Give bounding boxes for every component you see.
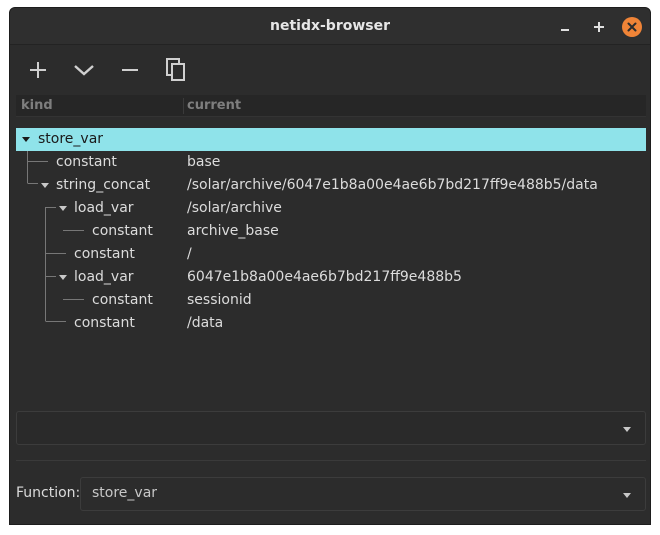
- row-current: /data: [187, 315, 224, 331]
- tree-row[interactable]: constant base: [16, 151, 646, 174]
- dropdown-arrow-icon: [623, 427, 631, 432]
- add-button[interactable]: [22, 55, 54, 85]
- expand-arrow-icon[interactable]: [59, 206, 67, 211]
- duplicate-button[interactable]: [160, 55, 192, 85]
- row-kind: constant: [74, 315, 135, 331]
- maximize-icon: [594, 22, 604, 32]
- expand-arrow-icon[interactable]: [41, 183, 49, 188]
- maximize-button[interactable]: [589, 17, 609, 37]
- row-current: sessionid: [187, 292, 252, 308]
- function-value: store_var: [92, 485, 158, 501]
- row-kind: string_concat: [56, 177, 151, 193]
- remove-button[interactable]: [114, 55, 146, 85]
- expand-arrow-icon[interactable]: [59, 275, 67, 280]
- row-kind: store_var: [38, 131, 104, 147]
- minus-icon: [122, 69, 138, 71]
- tree-row[interactable]: string_concat /solar/archive/6047e1b8a00…: [16, 174, 646, 197]
- copy-icon: [166, 58, 185, 81]
- function-label: Function:: [16, 485, 81, 501]
- divider: [16, 460, 646, 461]
- tree-row[interactable]: constant sessionid: [16, 289, 646, 312]
- title-bar[interactable]: netidx-browser: [10, 8, 650, 45]
- window-title: netidx-browser: [269, 18, 391, 34]
- row-kind: constant: [92, 292, 153, 308]
- tree-row[interactable]: constant /data: [16, 312, 646, 335]
- expression-tree[interactable]: kind current store_var constant base str…: [16, 95, 646, 400]
- tree-row[interactable]: constant /: [16, 243, 646, 266]
- function-dropdown[interactable]: store_var: [80, 477, 646, 511]
- toolbar: [10, 46, 650, 94]
- row-kind: constant: [56, 154, 117, 170]
- tree-row-store-var[interactable]: store_var: [16, 128, 646, 151]
- app-window: netidx-browser kind current store_var co…: [9, 7, 651, 525]
- row-current: 6047e1b8a00e4ae6b7bd217ff9e488b5: [187, 269, 462, 285]
- row-current: /: [187, 246, 192, 262]
- dropdown-arrow-icon: [623, 493, 631, 498]
- row-current: base: [187, 154, 221, 170]
- expand-button[interactable]: [68, 55, 100, 85]
- close-button[interactable]: [622, 17, 642, 37]
- minimize-button[interactable]: [555, 17, 575, 37]
- chevron-down-icon: [74, 65, 94, 76]
- tree-row[interactable]: load_var 6047e1b8a00e4ae6b7bd217ff9e488b…: [16, 266, 646, 289]
- close-icon: [627, 22, 637, 32]
- tree-row[interactable]: load_var /solar/archive: [16, 197, 646, 220]
- row-kind: load_var: [74, 200, 134, 216]
- row-kind: constant: [92, 223, 153, 239]
- minimize-icon: [561, 29, 569, 31]
- row-current: /solar/archive: [187, 200, 282, 216]
- row-current: /solar/archive/6047e1b8a00e4ae6b7bd217ff…: [187, 177, 598, 193]
- tree-row[interactable]: constant archive_base: [16, 220, 646, 243]
- row-current: archive_base: [187, 223, 279, 239]
- expand-arrow-icon[interactable]: [22, 137, 30, 142]
- plus-icon: [30, 62, 46, 78]
- node-type-dropdown[interactable]: [16, 411, 646, 445]
- row-kind: load_var: [74, 269, 134, 285]
- row-kind: constant: [74, 246, 135, 262]
